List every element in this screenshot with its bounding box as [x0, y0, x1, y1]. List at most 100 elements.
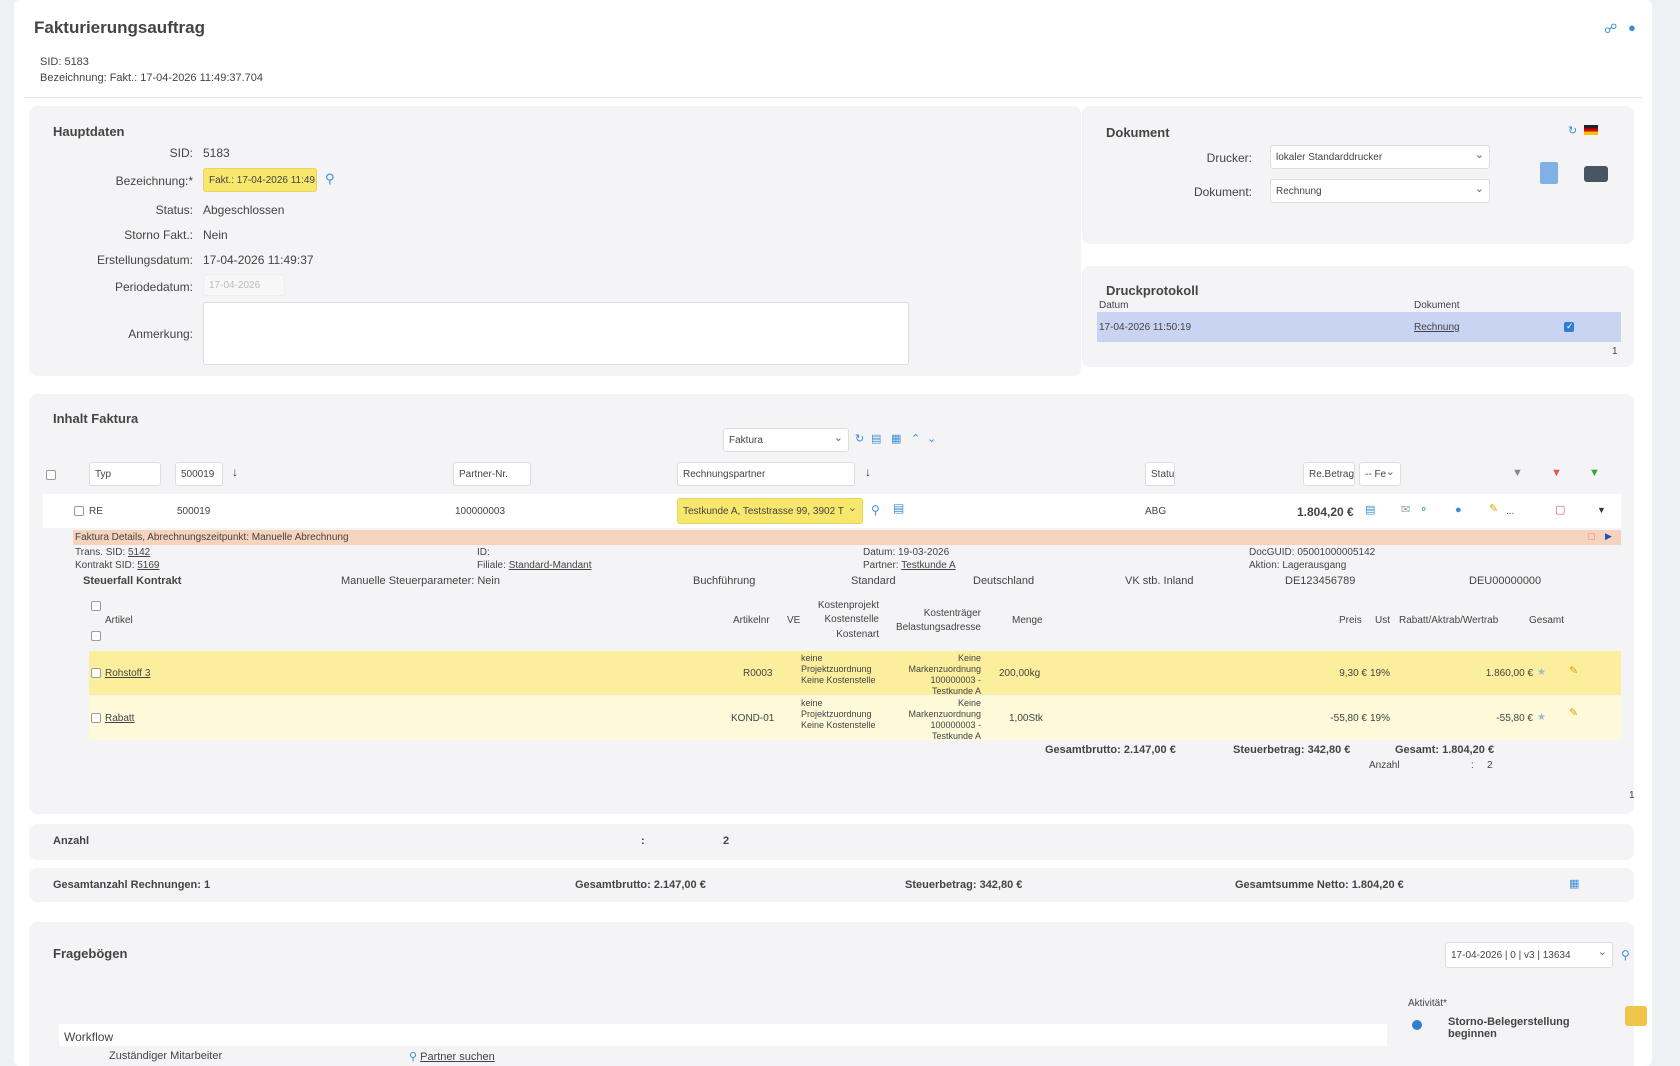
fragebogen-version-select[interactable]: 17-04-2026 | 0 | v3 | 13634 [1445, 942, 1613, 968]
steuerfall: Steuerfall Kontrakt [83, 575, 182, 587]
drucker-select[interactable]: lokaler Standarddrucker [1270, 145, 1490, 169]
col-rabatt: Rabatt/Aktrab/Wertrab [1399, 615, 1499, 626]
trans-sid: Trans. SID: 5142 [75, 547, 151, 558]
row-partner-nr: 100000003 [455, 506, 506, 517]
details-partner-link[interactable]: Testkunde A [901, 560, 955, 571]
filter-clear-icon[interactable]: ▼ [1551, 468, 1562, 479]
chevron-up-icon[interactable]: ⌃ [911, 434, 920, 445]
periodedatum-input[interactable]: 17-04-2026 [203, 274, 285, 296]
items-select-all-checkbox[interactable] [91, 601, 101, 611]
document-icon[interactable]: ▤ [893, 502, 904, 514]
item-checkbox[interactable] [91, 668, 101, 678]
protokoll-checkbox[interactable] [1564, 321, 1574, 332]
item-checkbox[interactable] [91, 713, 101, 723]
row-partner-select[interactable]: Testkunde A, Teststrasse 99, 3902 T [677, 498, 863, 524]
delete-icon[interactable]: ▢ [1555, 505, 1565, 516]
more-actions[interactable]: ... [1506, 506, 1514, 517]
help-icon[interactable]: ● [1628, 21, 1636, 34]
filiale-link[interactable]: Standard-Mandant [509, 560, 592, 571]
german-flag-icon[interactable] [1584, 125, 1598, 135]
items-select-checkbox[interactable] [91, 631, 101, 641]
frageboegen-title: Fragebögen [53, 946, 128, 961]
share-icon[interactable]: ☍ [1604, 22, 1617, 35]
land: Deutschland [973, 575, 1035, 587]
deu-nr: DEU00000000 [1469, 575, 1542, 587]
star-icon[interactable]: ★ [1537, 713, 1546, 723]
filter-partner-nr[interactable]: Partner-Nr. [453, 462, 531, 486]
kontrakt-sid-link[interactable]: 5169 [137, 560, 159, 571]
partner-suchen[interactable]: ⚲ Partner suchen [409, 1050, 495, 1063]
chevron-down-icon[interactable]: ⌄ [927, 434, 936, 445]
chevron-right-icon[interactable]: ▶ [1605, 532, 1612, 541]
item-artikelnr: KOND-01 [731, 713, 775, 724]
calculator-icon[interactable]: ▦ [891, 434, 901, 445]
sort-icon[interactable]: ↓ [865, 466, 871, 478]
aktivitaet-radio[interactable] [1412, 1020, 1422, 1030]
search-icon: ⚲ [409, 1051, 418, 1063]
total-brutto: Gesamtbrutto: 2.147,00 € [1045, 744, 1176, 756]
search-icon[interactable]: ⚲ [871, 504, 880, 516]
close-icon[interactable]: ▢ [1587, 532, 1596, 541]
filter-status[interactable]: Statu [1145, 462, 1175, 486]
summary-brutto: Gesamtbrutto: 2.147,00 € [575, 879, 706, 891]
druckprotokoll-title: Druckprotokoll [1106, 283, 1199, 298]
bezeichnung-input[interactable]: Fakt.: 17-04-2026 11:49 [203, 168, 317, 192]
attachment-icon[interactable]: ⚬ [1419, 505, 1428, 516]
filter-add-icon[interactable]: ▼ [1589, 468, 1600, 479]
ust-id: DE123456789 [1285, 575, 1356, 587]
item-artikel-link[interactable]: Rabatt [105, 713, 134, 724]
edit-icon[interactable]: ✎ [1569, 666, 1578, 677]
edit-icon[interactable]: ✎ [1569, 708, 1578, 719]
storno-label: Storno Fakt.: [124, 228, 193, 242]
sort-icon[interactable]: ↓ [232, 466, 238, 478]
refresh-icon[interactable]: ↻ [855, 434, 864, 445]
col-belastung: Belastungsadresse [895, 622, 981, 633]
col-kostenart: Kostenart [836, 629, 879, 640]
export-icon[interactable]: ▤ [871, 434, 881, 445]
workflow-bar [59, 1024, 1387, 1046]
item-menge: 1,00Stk [1009, 713, 1043, 724]
calculator-icon[interactable]: ▦ [1569, 879, 1579, 890]
anmerkung-textarea[interactable] [203, 302, 909, 365]
dokument-label: Dokument: [1193, 185, 1252, 199]
printer-icon[interactable] [1584, 166, 1608, 182]
manuelle-steuerparameter: Manuelle Steuerparameter: Nein [341, 575, 500, 587]
open-folder-icon[interactable] [1625, 1006, 1647, 1026]
filter-fe-select[interactable]: -- Fe [1359, 462, 1401, 486]
edit-icon[interactable]: ✎ [1489, 504, 1498, 515]
document-icon[interactable]: ▤ [1365, 505, 1375, 516]
docguid: DocGUID: 05001000005142 [1249, 547, 1376, 558]
refresh-icon[interactable]: ↻ [1568, 126, 1577, 137]
protokoll-count: 1 [1612, 346, 1618, 357]
inhalt-title: Inhalt Faktura [53, 411, 139, 426]
filter-icon[interactable]: ▼ [1512, 468, 1523, 479]
col-dokument: Dokument [1414, 300, 1460, 311]
filter-nr[interactable]: 500019 [175, 462, 223, 486]
item-ust: 19% [1370, 668, 1391, 679]
filter-typ[interactable]: Typ [89, 462, 161, 486]
protokoll-dokument-link[interactable]: Rechnung [1414, 322, 1460, 333]
partner-suchen-link[interactable]: Partner suchen [420, 1051, 495, 1063]
dokument-select[interactable]: Rechnung [1270, 179, 1490, 203]
standard: Standard [851, 575, 896, 587]
select-all-checkbox[interactable] [46, 470, 56, 480]
trans-sid-link[interactable]: 5142 [128, 547, 150, 558]
view-select[interactable]: Faktura [723, 428, 849, 452]
header-bezeichnung: Bezeichnung: Fakt.: 17-04-2026 11:49:37.… [40, 72, 264, 84]
expand-icon[interactable]: ▼ [1597, 506, 1606, 515]
star-icon[interactable]: ★ [1537, 668, 1546, 678]
filter-rebetrag[interactable]: Re.Betrag [1303, 462, 1355, 486]
filter-rechnungspartner[interactable]: Rechnungspartner [677, 462, 855, 486]
druckprotokoll-panel: Druckprotokoll Datum Dokument 17-04-2026… [1082, 266, 1634, 367]
search-icon[interactable]: ⚲ [325, 172, 335, 185]
info-icon[interactable]: ● [1455, 505, 1462, 516]
aktion: Aktion: Lagerausgang [1249, 560, 1347, 571]
row-checkbox[interactable] [74, 506, 84, 516]
item-artikel-link[interactable]: Rohstoff 3 [105, 668, 150, 679]
document-preview-icon[interactable] [1540, 162, 1558, 184]
mail-icon[interactable]: ✉ [1401, 505, 1410, 516]
drucker-label: Drucker: [1206, 151, 1252, 165]
search-icon[interactable]: ⚲ [1621, 949, 1630, 961]
aktivitaet-option[interactable]: Storno-Belegerstellung beginnen [1448, 1016, 1570, 1040]
workflow-label: Workflow [64, 1030, 114, 1044]
